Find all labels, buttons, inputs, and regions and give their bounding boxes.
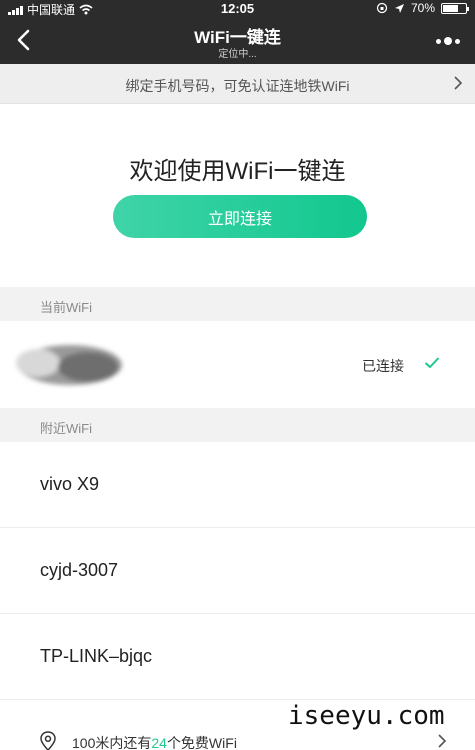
connected-status: 已连接 [362, 358, 404, 374]
current-wifi-row[interactable]: 已连接 [0, 321, 475, 408]
page-subtitle: 定位中... [218, 49, 257, 60]
battery-icon [441, 2, 469, 14]
welcome-heading: 欢迎使用WiFi一键连 [129, 158, 346, 185]
current-wifi-section: 当前WiFi [0, 287, 475, 321]
wifi-ssid: TP-LINK–bjqc [40, 646, 153, 666]
location-pin-icon [40, 731, 56, 750]
banner-text: 绑定手机号码，可免认证连地铁WiFi [125, 78, 350, 94]
footer-prefix: 100米内还有 [72, 735, 152, 750]
wifi-list-item[interactable]: cyjd-3007 [0, 528, 475, 614]
location-arrow-icon [394, 3, 404, 13]
wifi-ssid: vivo X9 [40, 474, 100, 494]
rotation-lock-icon [376, 2, 388, 14]
chevron-right-icon [454, 76, 463, 90]
watermark: iseeyu.com [284, 701, 459, 731]
more-menu-button[interactable] [431, 31, 465, 51]
check-icon [424, 357, 440, 369]
nearby-wifi-label: 附近WiFi [40, 421, 92, 436]
battery-percent: 70% [410, 1, 435, 15]
status-right: 70% [376, 1, 469, 15]
wifi-ssid: cyjd-3007 [40, 560, 119, 580]
wifi-list-item[interactable]: TP-LINK–bjqc [0, 614, 475, 700]
free-wifi-count: 24 [151, 735, 167, 750]
chevron-right-icon [438, 734, 447, 748]
redacted-network-name [16, 345, 122, 385]
free-wifi-count-text: 100米内还有24个免费WiFi [72, 733, 237, 750]
status-bar: 中国联通 12:05 70% [0, 0, 475, 17]
nearby-wifi-section: 附近WiFi [0, 408, 475, 442]
connect-now-button[interactable]: 立即连接 [113, 195, 367, 238]
current-wifi-label: 当前WiFi [40, 300, 92, 315]
bind-phone-banner[interactable]: 绑定手机号码，可免认证连地铁WiFi [0, 64, 475, 104]
footer-suffix: 个免费WiFi [166, 735, 237, 750]
nav-bar: WiFi一键连 定位中... [0, 17, 475, 64]
wifi-list-item[interactable]: vivo X9 [0, 442, 475, 528]
